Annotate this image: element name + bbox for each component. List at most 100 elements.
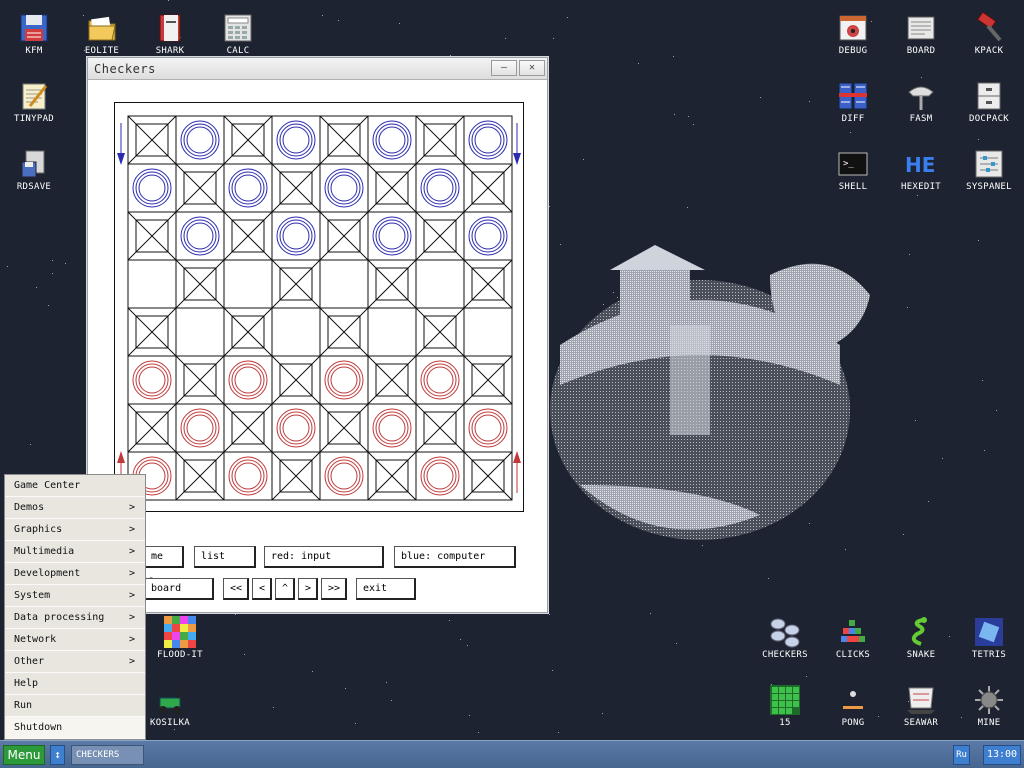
chevron-right-icon: > bbox=[128, 546, 135, 557]
desktop-icon-label: KFM bbox=[25, 46, 43, 56]
mine-icon bbox=[973, 684, 1005, 716]
desktop-icon-snake[interactable]: SNAKE bbox=[887, 610, 955, 674]
board-square bbox=[415, 259, 465, 309]
desktop-icon-hexedit[interactable]: HE HEXEDIT bbox=[887, 142, 955, 206]
window-titlebar[interactable]: Checkers — ✕ bbox=[88, 58, 547, 80]
prev-move-button[interactable]: < bbox=[252, 578, 272, 600]
menu-item-label: Multimedia bbox=[14, 546, 75, 557]
board-icon bbox=[905, 12, 937, 44]
chevron-right-icon: > bbox=[128, 590, 135, 601]
menu-item-data-processing[interactable]: Data processing > bbox=[5, 607, 145, 629]
menu-item-label: Run bbox=[14, 700, 33, 711]
desktop-icon-seawar[interactable]: SEAWAR bbox=[887, 678, 955, 742]
desktop-icon-kosilka[interactable]: KOSILKA bbox=[136, 678, 204, 742]
language-indicator[interactable]: Ru bbox=[953, 745, 970, 765]
desktop-icon-label: FASM bbox=[909, 114, 933, 124]
menu-item-help[interactable]: Help bbox=[5, 673, 145, 695]
menu-item-other[interactable]: Other > bbox=[5, 651, 145, 673]
first-move-button[interactable]: << bbox=[223, 578, 249, 600]
desktop-icon-kfm[interactable]: KFM bbox=[0, 6, 68, 70]
desktop-icon-label: KOSILKA bbox=[149, 718, 191, 728]
blue-player-button[interactable]: blue: computer bbox=[394, 546, 516, 568]
board-button[interactable]: board bbox=[144, 578, 214, 600]
pong-icon bbox=[837, 684, 869, 716]
desktop-icon-label: TINYPAD bbox=[13, 114, 55, 124]
desktop-icon-pong[interactable]: PONG bbox=[819, 678, 887, 742]
desktop-icon-label: EOLITE bbox=[84, 46, 120, 56]
taskbar-item-checkers[interactable]: CHECKERS bbox=[71, 745, 144, 765]
desktop-icon-flood-it[interactable]: FLOOD-IT bbox=[146, 610, 214, 674]
desktop-icon-fasm[interactable]: FASM bbox=[887, 74, 955, 138]
game-button[interactable]: me bbox=[144, 546, 184, 568]
start-menu[interactable]: Game Center Demos > Graphics > Multimedia > Dev… bbox=[4, 474, 146, 740]
red-player-button[interactable]: red: input bbox=[264, 546, 384, 568]
desktop-icon-clicks[interactable]: CLICKS bbox=[819, 610, 887, 674]
minimize-button[interactable]: — bbox=[491, 60, 517, 76]
desktop-icon-mine[interactable]: MINE bbox=[955, 678, 1023, 742]
up-button[interactable]: ^ bbox=[275, 578, 295, 600]
hexedit-icon: HE bbox=[905, 148, 937, 180]
board-square bbox=[463, 307, 513, 357]
menu-item-shutdown[interactable]: Shutdown bbox=[5, 717, 145, 739]
menu-item-demos[interactable]: Demos > bbox=[5, 497, 145, 519]
desktop-icon-label: HEXEDIT bbox=[900, 182, 942, 192]
menu-item-label: System bbox=[14, 590, 51, 601]
desktop-icon-label: CHECKERS bbox=[762, 650, 808, 660]
board-square bbox=[367, 307, 417, 357]
window-switch-button[interactable]: ↕ bbox=[50, 745, 65, 765]
fifteen-puzzle-icon bbox=[769, 684, 801, 716]
menu-item-game-center[interactable]: Game Center bbox=[5, 475, 145, 497]
checkers-window[interactable]: Checkers — ✕ es. me list red: input blue… bbox=[87, 57, 548, 613]
chevron-right-icon: > bbox=[128, 612, 135, 623]
desktop-icon-label: SYSPANEL bbox=[966, 182, 1012, 192]
folder-icon bbox=[86, 12, 118, 44]
desktop-icon-rdsave[interactable]: RDSAVE bbox=[0, 142, 68, 206]
chevron-right-icon: > bbox=[128, 502, 135, 513]
desktop-icon-kpack[interactable]: KPACK bbox=[955, 6, 1023, 70]
menu-item-multimedia[interactable]: Multimedia > bbox=[5, 541, 145, 563]
list-button[interactable]: list bbox=[194, 546, 256, 568]
chevron-right-icon: > bbox=[128, 656, 135, 667]
diff-icon bbox=[837, 80, 869, 112]
desktop-icon-diff[interactable]: DIFF bbox=[819, 74, 887, 138]
desktop-icon-syspanel[interactable]: SYSPANEL bbox=[955, 142, 1023, 206]
next-move-button[interactable]: > bbox=[298, 578, 318, 600]
blue-direction-arrow-head bbox=[117, 153, 125, 165]
desktop-icon-label: DEBUG bbox=[838, 46, 868, 56]
checkers-board[interactable] bbox=[115, 103, 523, 511]
desktop-icon-board[interactable]: BOARD bbox=[887, 6, 955, 70]
desktop-icon-label: SHELL bbox=[838, 182, 868, 192]
desktop-icon-label: TETRIS bbox=[971, 650, 1007, 660]
desktop-icon-tetris[interactable]: TETRIS bbox=[955, 610, 1023, 674]
desktop-icon-label: CLICKS bbox=[835, 650, 871, 660]
terminal-icon: >_ bbox=[837, 148, 869, 180]
flood-it-icon bbox=[164, 616, 196, 648]
clock[interactable]: 13:00 bbox=[983, 745, 1021, 765]
menu-item-system[interactable]: System > bbox=[5, 585, 145, 607]
close-button[interactable]: ✕ bbox=[519, 60, 545, 76]
menu-item-network[interactable]: Network > bbox=[5, 629, 145, 651]
desktop-icon-15[interactable]: 15 bbox=[751, 678, 819, 742]
menu-item-graphics[interactable]: Graphics > bbox=[5, 519, 145, 541]
desktop-icon-label: SHARK bbox=[155, 46, 185, 56]
desktop-icon-label: SEAWAR bbox=[903, 718, 939, 728]
menu-item-label: Other bbox=[14, 656, 45, 667]
last-move-button[interactable]: >> bbox=[321, 578, 347, 600]
chevron-right-icon: > bbox=[128, 524, 135, 535]
ramdisk-save-icon bbox=[18, 148, 50, 180]
window-title: Checkers bbox=[94, 62, 156, 76]
snake-icon bbox=[905, 616, 937, 648]
menu-item-run[interactable]: Run bbox=[5, 695, 145, 717]
menu-item-label: Game Center bbox=[14, 480, 81, 491]
menu-button[interactable]: Menu bbox=[3, 745, 45, 765]
desktop-icon-label: DIFF bbox=[841, 114, 865, 124]
menu-item-development[interactable]: Development > bbox=[5, 563, 145, 585]
desktop-icon-shell[interactable]: >_ SHELL bbox=[819, 142, 887, 206]
checkers-board-frame bbox=[114, 102, 524, 512]
exit-button[interactable]: exit bbox=[356, 578, 416, 600]
desktop-icon-debug[interactable]: DEBUG bbox=[819, 6, 887, 70]
desktop-icon-tinypad[interactable]: TINYPAD bbox=[0, 74, 68, 138]
menu-item-label: Development bbox=[14, 568, 81, 579]
desktop-icon-docpack[interactable]: DOCPACK bbox=[955, 74, 1023, 138]
desktop-icon-checkers[interactable]: CHECKERS bbox=[751, 610, 819, 674]
